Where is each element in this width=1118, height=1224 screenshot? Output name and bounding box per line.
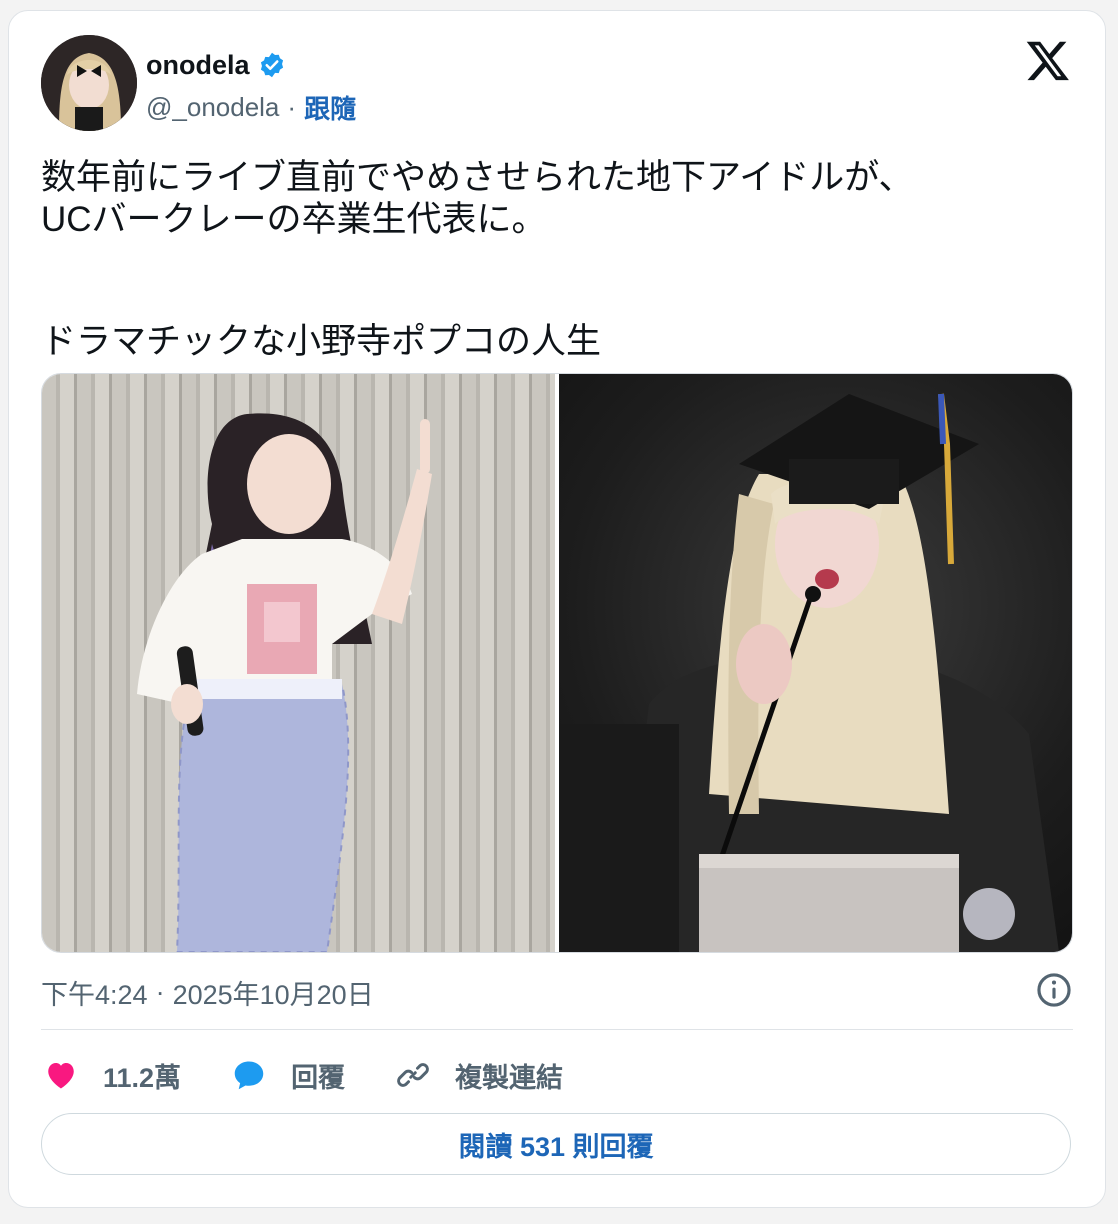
tweet-date: 2025年10月20日 [172, 980, 374, 1010]
avatar[interactable] [41, 35, 137, 131]
tweet-timestamp[interactable]: 下午4:24 · 2025年10月20日 [41, 973, 374, 1012]
tweet-line-3: ドラマチックな小野寺ポプコの人生 [41, 322, 602, 361]
verified-badge-icon [258, 51, 286, 79]
separator-dot: · [287, 91, 297, 122]
info-icon[interactable] [1035, 971, 1073, 1009]
follow-button[interactable]: 跟隨 [304, 89, 356, 126]
copy-link-button[interactable]: 複製連結 [393, 1055, 563, 1095]
author-handle[interactable]: @_onodela [146, 92, 279, 123]
divider [41, 1029, 1073, 1030]
reply-button[interactable]: 回覆 [229, 1055, 345, 1095]
copy-link-label: 複製連結 [455, 1062, 564, 1093]
speech-bubble-icon [229, 1055, 269, 1095]
meta-separator: · [155, 977, 165, 1007]
tweet-card: onodela @_onodela · 跟隨 数年前にライブ直前でやめさせられた… [8, 10, 1106, 1208]
heart-icon [41, 1055, 81, 1095]
tweet-line-2: UCバークレーの卒業生代表に。 [41, 200, 547, 239]
tweet-time: 下午4:24 [41, 980, 148, 1010]
tweet-line-1: 数年前にライブ直前でやめさせられた地下アイドルが、 [41, 158, 914, 197]
like-count: 11.2萬 [103, 1062, 182, 1093]
author-name[interactable]: onodela [146, 50, 250, 81]
author-block: onodela @_onodela · 跟隨 [146, 45, 356, 127]
idol-on-stage-photo[interactable] [42, 374, 555, 952]
action-bar: 11.2萬 回覆 複製連結 [41, 1051, 611, 1099]
reply-label: 回覆 [291, 1062, 346, 1093]
read-replies-button[interactable]: 閱讀 531 則回覆 [41, 1113, 1071, 1175]
x-logo-icon[interactable] [1025, 37, 1071, 83]
tweet-text: 数年前にライブ直前でやめさせられた地下アイドルが、 UCバークレーの卒業生代表に… [41, 157, 1081, 363]
media-grid [41, 373, 1073, 953]
graduation-speech-photo[interactable] [559, 374, 1072, 952]
like-button[interactable]: 11.2萬 [41, 1055, 181, 1095]
link-icon [393, 1055, 433, 1095]
